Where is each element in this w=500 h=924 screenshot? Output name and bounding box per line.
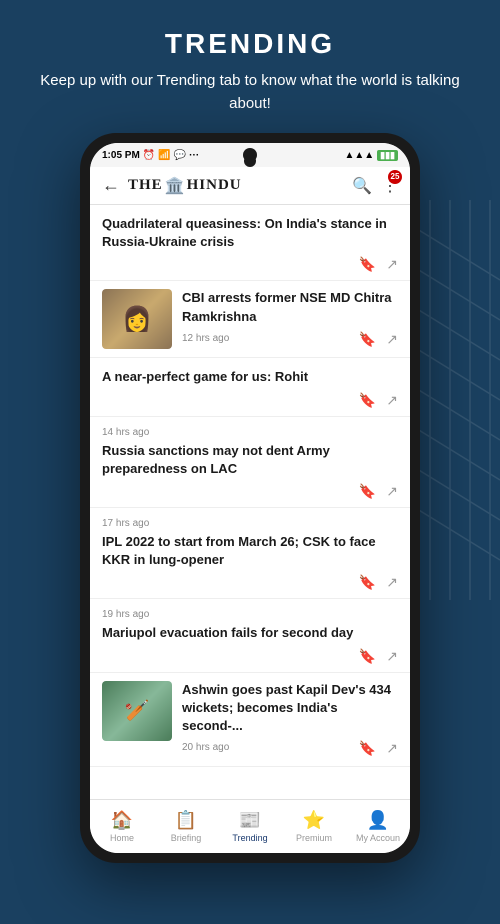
back-button[interactable]: ← [102,175,120,196]
home-icon: 🏠 [111,810,133,831]
trending-icon: 📰 [239,810,261,831]
phone-frame: 1:05 PM ⏰ 📶 💬 ··· ▲▲▲ ▮▮▮ ← THE 🏛️ HINDU [80,133,420,863]
news-actions-7: 🔖 ↗ [359,741,398,758]
app-logo: THE 🏛️ HINDU [128,176,242,196]
news-item-body-2: CBI arrests former NSE MD Chitra Ramkris… [182,289,398,349]
nav-briefing-label: Briefing [171,833,202,843]
nav-briefing[interactable]: 📋 Briefing [154,810,218,843]
status-time: 1:05 PM ⏰ 📶 💬 ··· [102,150,199,161]
premium-icon: ⭐ [303,810,325,831]
share-icon-2[interactable]: ↗ [386,332,398,349]
app-header-right: 🔍 ⋮ 25 [352,176,398,196]
share-icon-7[interactable]: ↗ [386,741,398,758]
app-header-left: ← THE 🏛️ HINDU [102,175,242,196]
share-icon-1[interactable]: ↗ [386,257,398,274]
bookmark-icon-7[interactable]: 🔖 [359,741,376,758]
news-item-5[interactable]: 17 hrs ago IPL 2022 to start from March … [90,508,410,599]
news-actions-5: 🔖 ↗ [102,575,398,592]
news-time-6: 19 hrs ago [102,609,398,620]
phone-screen: 1:05 PM ⏰ 📶 💬 ··· ▲▲▲ ▮▮▮ ← THE 🏛️ HINDU [90,143,410,853]
account-icon: 👤 [367,810,389,831]
news-title-3: A near-perfect game for us: Rohit [102,368,398,386]
news-item-4[interactable]: 14 hrs ago Russia sanctions may not dent… [90,417,410,508]
share-icon-6[interactable]: ↗ [386,649,398,666]
nav-home[interactable]: 🏠 Home [90,810,154,843]
status-icons: ▲▲▲ ▮▮▮ [344,150,398,161]
nav-premium[interactable]: ⭐ Premium [282,810,346,843]
bookmark-icon-4[interactable]: 🔖 [359,484,376,501]
news-item-1[interactable]: Quadrilateral queasiness: On India's sta… [90,205,410,281]
news-thumbnail-7: 🏏 [102,681,172,741]
app-header: ← THE 🏛️ HINDU 🔍 ⋮ 25 [90,167,410,205]
camera-notch [244,155,256,167]
news-actions-1: 🔖 ↗ [102,257,398,274]
logo-the: THE [128,177,163,194]
briefing-icon: 📋 [175,810,197,831]
page-subtitle: Keep up with our Trending tab to know wh… [30,70,470,115]
bottom-nav: 🏠 Home 📋 Briefing 📰 Trending ⭐ Premium 👤… [90,799,410,853]
bookmark-icon-1[interactable]: 🔖 [359,257,376,274]
news-actions-4: 🔖 ↗ [102,484,398,501]
news-time-5: 17 hrs ago [102,518,398,529]
logo-hindu: HINDU [187,177,242,194]
news-item-2[interactable]: 👩 CBI arrests former NSE MD Chitra Ramkr… [90,281,410,358]
news-item-7[interactable]: 🏏 Ashwin goes past Kapil Dev's 434 wicke… [90,673,410,768]
news-item-3[interactable]: A near-perfect game for us: Rohit 🔖 ↗ [90,358,410,416]
news-item-6[interactable]: 19 hrs ago Mariupol evacuation fails for… [90,599,410,672]
news-actions-2: 🔖 ↗ [359,332,398,349]
nav-myaccount-label: My Accoun [356,833,400,843]
news-title-5: IPL 2022 to start from March 26; CSK to … [102,533,398,569]
nav-home-label: Home [110,833,134,843]
bookmark-icon-2[interactable]: 🔖 [359,332,376,349]
share-icon-3[interactable]: ↗ [386,393,398,410]
bookmark-icon-3[interactable]: 🔖 [359,393,376,410]
search-button[interactable]: 🔍 [352,176,372,196]
news-actions-3: 🔖 ↗ [102,393,398,410]
news-item-body-7: Ashwin goes past Kapil Dev's 434 wickets… [182,681,398,759]
news-title-2: CBI arrests former NSE MD Chitra Ramkris… [182,289,398,325]
bookmark-icon-6[interactable]: 🔖 [359,649,376,666]
news-title-4: Russia sanctions may not dent Army prepa… [102,442,398,478]
news-actions-6: 🔖 ↗ [102,649,398,666]
nav-myaccount[interactable]: 👤 My Accoun [346,810,410,843]
nav-premium-label: Premium [296,833,332,843]
news-time-2: 12 hrs ago [182,333,229,344]
news-time-4: 14 hrs ago [102,427,398,438]
news-title-6: Mariupol evacuation fails for second day [102,624,398,642]
share-icon-4[interactable]: ↗ [386,484,398,501]
page-header: TRENDING Keep up with our Trending tab t… [0,0,500,133]
bookmark-icon-5[interactable]: 🔖 [359,575,376,592]
news-content[interactable]: Quadrilateral queasiness: On India's sta… [90,205,410,799]
news-time-7: 20 hrs ago [182,742,229,753]
share-icon-5[interactable]: ↗ [386,575,398,592]
notification-badge: 25 [388,170,402,184]
page-title: TRENDING [30,28,470,60]
news-title-1: Quadrilateral queasiness: On India's sta… [102,215,398,251]
news-title-7: Ashwin goes past Kapil Dev's 434 wickets… [182,681,398,736]
nav-trending-label: Trending [232,833,267,843]
news-thumbnail-2: 👩 [102,289,172,349]
nav-trending[interactable]: 📰 Trending [218,810,282,843]
